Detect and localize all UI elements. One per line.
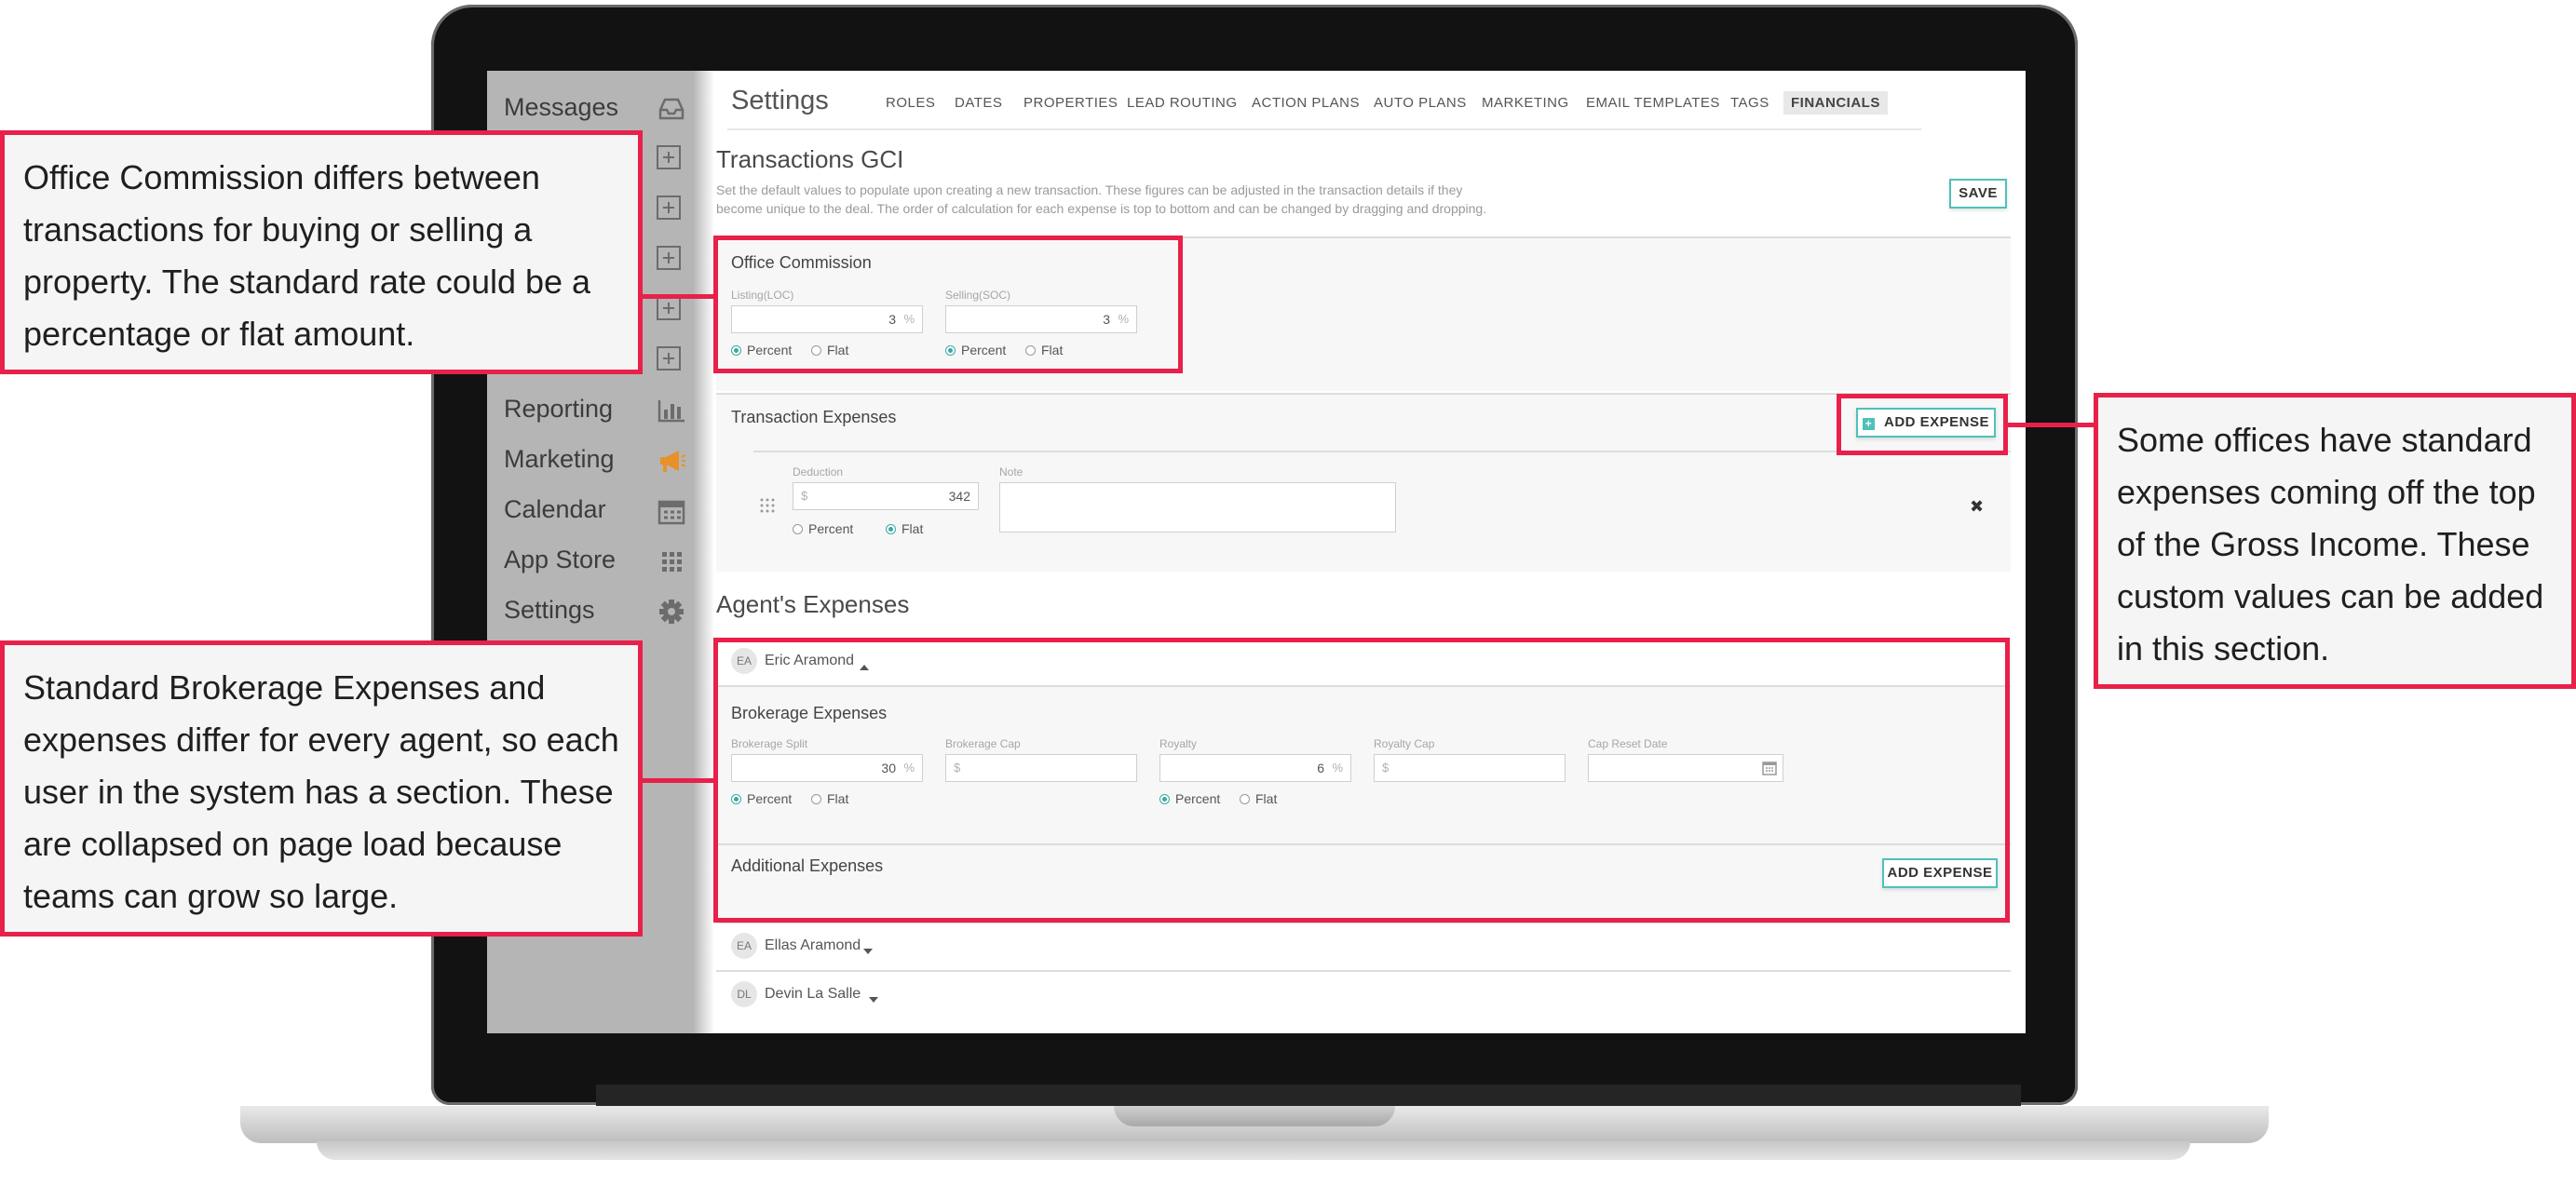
office-commission-callout: Office Commission differs between transa… (0, 130, 643, 374)
laptop-notch (1114, 1106, 1395, 1126)
tab-roles[interactable]: ROLES (886, 95, 935, 111)
caret-down-icon (869, 991, 878, 1008)
avatar: DL (731, 981, 757, 1007)
deduction-label: Deduction (793, 465, 844, 478)
drag-handle-icon[interactable] (759, 497, 776, 519)
sidebar-item-label: Messages (504, 93, 619, 121)
transaction-expenses-callout: Some offices have standard expenses comi… (2094, 393, 2576, 689)
note-textarea[interactable] (999, 482, 1396, 532)
tab-email-templates[interactable]: EMAIL TEMPLATES (1586, 95, 1720, 111)
radio-dot (886, 524, 896, 534)
tab-marketing[interactable]: MARKETING (1482, 95, 1569, 111)
sidebar-item-label: Reporting (504, 395, 614, 423)
save-button[interactable]: SAVE (1949, 179, 2007, 209)
tab-auto-plans[interactable]: AUTO PLANS (1374, 95, 1467, 111)
deduction-input[interactable]: $ 342 (793, 482, 979, 510)
laptop-hinge (596, 1085, 2021, 1107)
plus-box-icon (657, 145, 681, 169)
sidebar-item-label: Calendar (504, 495, 606, 523)
sidebar-item-settings[interactable]: Settings (504, 592, 686, 633)
brokerage-callout: Standard Brokerage Expenses and expenses… (0, 640, 643, 937)
caret-down-icon (863, 943, 873, 960)
plus-box-icon (657, 346, 681, 371)
remove-expense-icon[interactable]: ✖ (1970, 497, 1984, 517)
plus-box-icon (657, 246, 681, 270)
transaction-expenses-title: Transaction Expenses (731, 408, 897, 426)
tab-action-plans[interactable]: ACTION PLANS (1252, 95, 1360, 111)
brokerage-highlight (713, 638, 2010, 923)
currency-symbol: $ (801, 489, 808, 503)
sidebar-item-calendar[interactable]: Calendar (504, 492, 686, 532)
grid-icon (657, 547, 686, 575)
sidebar-item-label: Marketing (504, 445, 615, 473)
sidebar-item-app-store[interactable]: App Store (504, 542, 686, 583)
radio-label: Flat (902, 521, 924, 536)
expense-divider (753, 451, 2011, 452)
transaction-expenses-panel: Transaction Expenses + ADD EXPENSE Deduct… (716, 393, 2011, 572)
brokerage-callout-connector (639, 778, 713, 783)
sidebar-item-marketing[interactable]: Marketing (504, 441, 686, 482)
radio-label: Percent (808, 521, 854, 536)
megaphone-icon (657, 447, 686, 475)
gear-icon (657, 598, 686, 626)
radio-dot (793, 524, 803, 534)
tab-lead-routing[interactable]: LEAD ROUTING (1127, 95, 1238, 111)
gci-title: Transactions GCI (716, 145, 904, 173)
tab-properties[interactable]: PROPERTIES (1024, 95, 1118, 111)
page-title: Settings (731, 86, 829, 115)
deduction-flat-radio[interactable]: Flat (886, 521, 923, 536)
office-commission-highlight (713, 236, 1183, 373)
office-callout-connector (639, 294, 713, 299)
bar-chart-icon (657, 397, 686, 425)
deduction-value: 342 (948, 489, 970, 504)
deduction-percent-radio[interactable]: Percent (793, 521, 853, 536)
tab-financials[interactable]: FINANCIALS (1783, 91, 1888, 115)
laptop-base-lower (317, 1141, 2190, 1160)
tab-tags[interactable]: TAGS (1730, 95, 1769, 111)
agent-row-ellas[interactable]: EA Ellas Aramond (716, 922, 2011, 970)
sidebar-item-reporting[interactable]: Reporting (504, 391, 686, 432)
plus-box-icon (657, 195, 681, 220)
agents-expenses-title: Agent's Expenses (716, 590, 910, 618)
sidebar-shadow (694, 71, 714, 1033)
sidebar-item-label: Settings (504, 596, 595, 624)
gci-description-line-2: become unique to the deal. The order of … (716, 201, 1487, 216)
add-expense-highlight (1837, 394, 2008, 455)
header-divider (727, 128, 1921, 130)
agent-name: Ellas Aramond (765, 937, 861, 953)
sidebar-item-label: App Store (504, 546, 617, 573)
avatar: EA (731, 933, 757, 959)
calendar-icon (657, 497, 686, 525)
inbox-icon (657, 95, 686, 123)
expenses-callout-connector (2008, 423, 2097, 427)
agent-row-devin[interactable]: DL Devin La Salle (716, 970, 2011, 1018)
sidebar-item-messages[interactable]: Messages (504, 89, 686, 130)
agent-name: Devin La Salle (765, 986, 861, 1002)
gci-description-line-1: Set the default values to populate upon … (716, 182, 1463, 197)
plus-box-icon (657, 296, 681, 320)
note-label: Note (999, 465, 1024, 478)
tab-dates[interactable]: DATES (955, 95, 1002, 111)
